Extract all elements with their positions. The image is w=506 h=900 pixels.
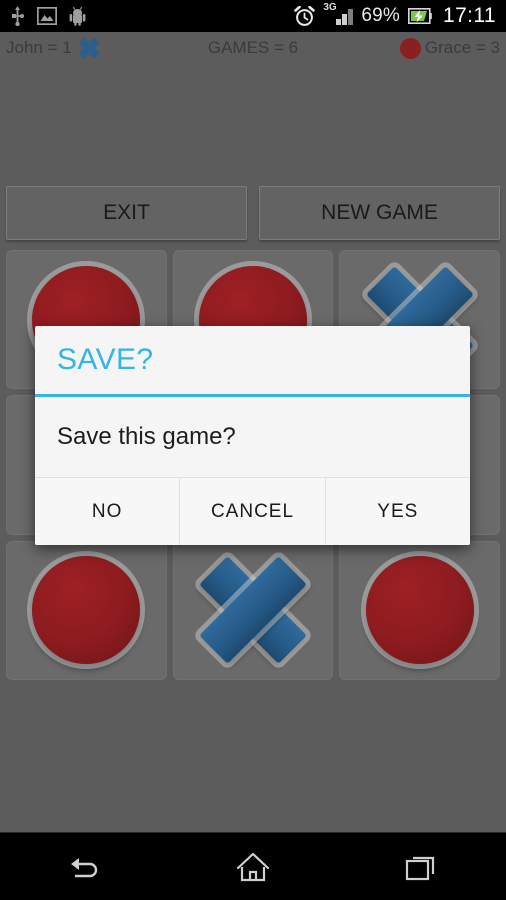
back-button[interactable]: [29, 839, 139, 895]
battery-percent-label: 69%: [361, 5, 400, 26]
save-dialog: SAVE? Save this game? NO CANCEL YES: [35, 326, 470, 545]
navigation-bar: [0, 832, 506, 900]
signal-bar-1: [336, 19, 342, 25]
battery-charging-icon: [408, 8, 432, 24]
dialog-title-bar: SAVE?: [35, 326, 470, 394]
dialog-title: SAVE?: [57, 343, 154, 376]
board-cell-8[interactable]: [339, 540, 500, 680]
status-bar: 3G 69% 17:11: [0, 0, 506, 32]
x-piece-icon: [197, 554, 309, 666]
board-cell-6[interactable]: [6, 540, 167, 680]
player-right-label: Grace = 3: [424, 38, 500, 57]
dialog-cancel-button[interactable]: CANCEL: [179, 478, 325, 545]
network-type-label: 3G: [323, 2, 337, 13]
player-right-score: Grace = 3: [399, 37, 500, 59]
dialog-yes-button[interactable]: YES: [324, 478, 470, 545]
game-score-header: John = 1 GAMES = 6 Grace = 3: [0, 32, 506, 64]
status-bar-left-icons: [10, 6, 86, 26]
dialog-no-button[interactable]: NO: [35, 478, 180, 545]
signal-bar-3: [348, 9, 354, 25]
dialog-button-row: NO CANCEL YES: [35, 478, 470, 545]
phone-screen: 3G 69% 17:11 John = 1 GAMES = 6 Grace = …: [0, 0, 506, 900]
usb-icon: [12, 6, 24, 26]
dialog-body: Save this game?: [35, 397, 470, 478]
home-icon: [236, 852, 270, 881]
o-mark-icon: [399, 37, 421, 59]
home-button[interactable]: [198, 839, 308, 895]
alarm-clock-icon: [294, 5, 316, 26]
clock-label: 17:11: [443, 4, 496, 27]
o-piece-icon: [365, 556, 474, 665]
signal-bar-2: [342, 14, 348, 25]
o-piece-icon: [32, 556, 141, 665]
game-action-buttons: EXIT NEW GAME: [6, 186, 500, 240]
recent-apps-icon: [405, 856, 434, 880]
exit-button[interactable]: EXIT: [6, 186, 247, 240]
recent-apps-button[interactable]: [367, 839, 477, 895]
image-icon: [37, 7, 57, 25]
new-game-button[interactable]: NEW GAME: [259, 186, 500, 240]
android-icon: [69, 6, 86, 26]
status-bar-right-icons: 3G 69% 17:11: [294, 2, 496, 28]
back-icon: [71, 857, 98, 877]
signal-bars-icon: 3G: [323, 2, 354, 25]
board-cell-7[interactable]: [172, 540, 334, 680]
dialog-message: Save this game?: [57, 423, 236, 450]
